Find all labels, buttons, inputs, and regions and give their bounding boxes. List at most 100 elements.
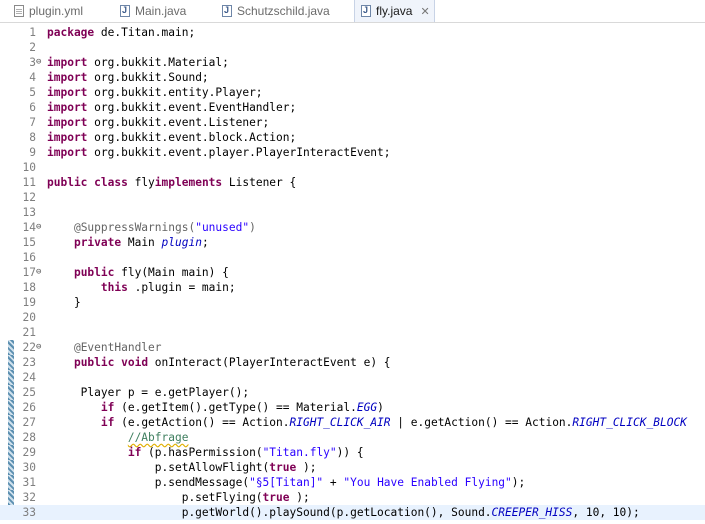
fold-icon[interactable]: ⊖ <box>36 340 45 355</box>
code-line[interactable]: 11 public class flyimplements Listener { <box>0 175 705 190</box>
code-text: import org.bukkit.Material; <box>47 56 229 69</box>
line-number: 11 <box>22 176 36 189</box>
tab-label: Main.java <box>135 4 187 18</box>
line-number: 8 <box>29 131 36 144</box>
line-number: 30 <box>22 461 36 474</box>
code-text: if (e.getAction() == Action.RIGHT_CLICK_… <box>100 416 687 429</box>
line-number: 4 <box>29 71 36 84</box>
line-number: 27 <box>22 416 36 429</box>
editor-tab-bar: plugin.yml Main.java Schutzschild.java f… <box>0 0 705 23</box>
line-number: 5 <box>29 86 36 99</box>
code-line[interactable]: 8 import org.bukkit.event.block.Action; <box>0 130 705 145</box>
code-text: public void onInteract(PlayerInteractEve… <box>73 356 391 369</box>
line-number: 21 <box>22 326 36 339</box>
code-text: p.setAllowFlight(true ); <box>47 461 317 474</box>
line-number: 23 <box>22 356 36 369</box>
line-number: 22 <box>22 341 36 354</box>
line-number: 7 <box>29 116 36 129</box>
code-line[interactable]: 28 //Abfrage <box>0 430 705 445</box>
fold-icon[interactable]: ⊖ <box>36 220 45 235</box>
tab-plugin-yml[interactable]: plugin.yml <box>14 0 83 22</box>
code-line[interactable]: 2 <box>0 40 705 55</box>
code-line[interactable]: 31 p.sendMessage("§5[Titan]" + "You Have… <box>0 475 705 490</box>
code-line[interactable]: 26 if (e.getItem().getType() == Material… <box>0 400 705 415</box>
code-text: import org.bukkit.entity.Player; <box>47 86 263 99</box>
tab-label: plugin.yml <box>29 4 84 18</box>
line-number: 18 <box>22 281 36 294</box>
line-number: 1 <box>29 26 36 39</box>
code-text: public fly(Main main) { <box>73 266 229 279</box>
close-icon[interactable]: ✕ <box>420 5 429 18</box>
tab-main-java[interactable]: Main.java <box>120 0 186 22</box>
fold-icon[interactable]: ⊖ <box>36 55 45 70</box>
code-line[interactable]: 27 if (e.getAction() == Action.RIGHT_CLI… <box>0 415 705 430</box>
line-number: 3 <box>29 56 36 69</box>
code-text: import org.bukkit.event.block.Action; <box>47 131 297 144</box>
code-line[interactable]: 16 <box>0 250 705 265</box>
code-line[interactable]: 4 import org.bukkit.Sound; <box>0 70 705 85</box>
line-number: 12 <box>22 191 36 204</box>
code-text: private Main plugin; <box>73 236 209 249</box>
code-text: p.getWorld().playSound(p.getLocation(), … <box>47 506 640 519</box>
code-line[interactable]: 20 <box>0 310 705 325</box>
tab-label: Schutzschild.java <box>237 4 330 18</box>
code-line[interactable]: 9 import org.bukkit.event.player.PlayerIn… <box>0 145 705 160</box>
code-text: import org.bukkit.event.player.PlayerInt… <box>47 146 391 159</box>
java-file-icon <box>120 5 130 17</box>
line-number: 2 <box>29 41 36 54</box>
code-line[interactable]: 14 ⊖ @SuppressWarnings("unused") <box>0 220 705 235</box>
java-file-icon <box>361 5 371 17</box>
code-line[interactable]: 6 import org.bukkit.event.EventHandler; <box>0 100 705 115</box>
line-number: 32 <box>22 491 36 504</box>
code-line[interactable]: 30 p.setAllowFlight(true ); <box>0 460 705 475</box>
line-number: 19 <box>22 296 36 309</box>
code-text: p.setFlying(true ); <box>47 491 310 504</box>
code-line[interactable]: 13 <box>0 205 705 220</box>
code-line[interactable]: 17 ⊖ public fly(Main main) { <box>0 265 705 280</box>
code-text: p.sendMessage("§5[Titan]" + "You Have En… <box>47 476 526 489</box>
code-text: import org.bukkit.event.EventHandler; <box>47 101 297 114</box>
code-text: } <box>47 296 81 309</box>
code-line[interactable]: 7 import org.bukkit.event.Listener; <box>0 115 705 130</box>
line-number: 13 <box>22 206 36 219</box>
fold-icon[interactable]: ⊖ <box>36 265 45 280</box>
code-line[interactable]: 32 p.setFlying(true ); <box>0 490 705 505</box>
line-number: 9 <box>29 146 36 159</box>
code-line[interactable]: 19 } <box>0 295 705 310</box>
code-text: this .plugin = main; <box>100 281 236 294</box>
tab-schutzschild-java[interactable]: Schutzschild.java <box>222 0 330 22</box>
code-line[interactable]: 25 Player p = e.getPlayer(); <box>0 385 705 400</box>
code-line[interactable]: 22 ⊖ @EventHandler <box>0 340 705 355</box>
line-number: 31 <box>22 476 36 489</box>
yml-file-icon <box>14 5 24 17</box>
line-number: 16 <box>22 251 36 264</box>
line-number: 25 <box>22 386 36 399</box>
tab-fly-java[interactable]: fly.java ✕ <box>354 0 435 22</box>
code-text: public class flyimplements Listener { <box>47 176 297 189</box>
code-text: import org.bukkit.Sound; <box>47 71 209 84</box>
code-line[interactable]: 12 <box>0 190 705 205</box>
line-number: 26 <box>22 401 36 414</box>
code-line[interactable]: 24 <box>0 370 705 385</box>
code-text: //Abfrage <box>127 431 189 444</box>
code-line[interactable]: 23 public void onInteract(PlayerInteract… <box>0 355 705 370</box>
code-line[interactable]: 15 private Main plugin; <box>0 235 705 250</box>
code-line[interactable]: 1 package de.Titan.main; <box>0 25 705 40</box>
code-line[interactable]: 29 if (p.hasPermission("Titan.fly")) { <box>0 445 705 460</box>
code-line[interactable]: 3 ⊖ import org.bukkit.Material; <box>0 55 705 70</box>
code-text: import org.bukkit.event.Listener; <box>47 116 270 129</box>
code-line[interactable]: 5 import org.bukkit.entity.Player; <box>0 85 705 100</box>
code-text: if (e.getItem().getType() == Material.EG… <box>100 401 384 414</box>
line-number: 29 <box>22 446 36 459</box>
code-line[interactable]: 18 this .plugin = main; <box>0 280 705 295</box>
tab-label: fly.java <box>376 4 413 18</box>
code-text: @SuppressWarnings("unused") <box>73 221 256 234</box>
line-number: 33 <box>22 506 36 519</box>
code-text: package de.Titan.main; <box>47 26 196 39</box>
line-number: 20 <box>22 311 36 324</box>
code-text: Player p = e.getPlayer(); <box>47 386 250 399</box>
code-line[interactable]: 21 <box>0 325 705 340</box>
code-line[interactable]: 10 <box>0 160 705 175</box>
line-number: 10 <box>22 161 36 174</box>
code-line[interactable]: 33 p.getWorld().playSound(p.getLocation(… <box>0 505 705 520</box>
